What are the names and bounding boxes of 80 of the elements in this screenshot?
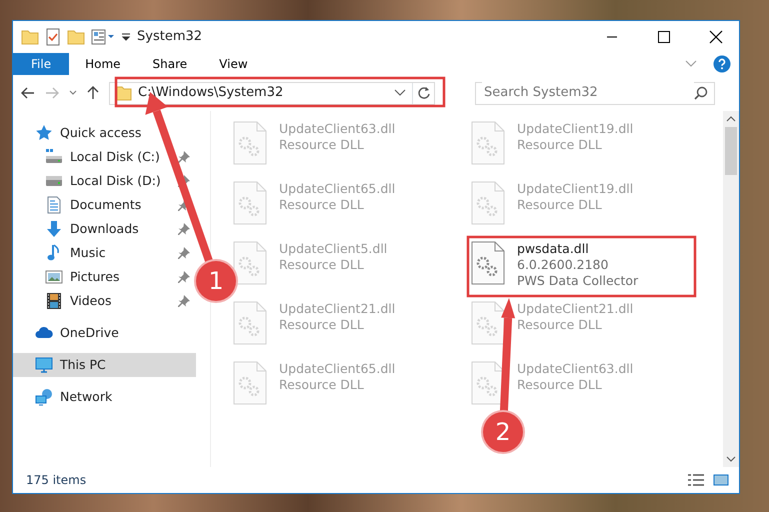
file-name: UpdateClient19.dll	[517, 121, 634, 137]
network-icon	[35, 388, 53, 406]
ribbon-tab[interactable]: Share	[136, 53, 204, 75]
folder-icon	[116, 85, 132, 101]
checklist-icon[interactable]	[45, 28, 61, 46]
file-detail: Resource DLL	[279, 377, 365, 393]
file-detail: Resource DLL	[279, 137, 365, 153]
scroll-thumb[interactable]	[725, 127, 737, 175]
file-name: UpdateClient65.dll	[279, 181, 396, 197]
file-name: UpdateClient63.dll	[517, 361, 634, 377]
nav-item[interactable]: Pictures	[13, 265, 196, 289]
drive-icon	[45, 148, 63, 166]
dropdown-icon[interactable]	[121, 32, 131, 42]
gear-file-icon	[233, 181, 267, 225]
item-count: 175 items	[26, 472, 86, 489]
file-detail: 6.0.2600.2180	[517, 257, 610, 273]
gear-file-icon	[233, 301, 267, 345]
ribbon-tab[interactable]: View	[203, 53, 264, 75]
large-icons-view-icon[interactable]	[713, 473, 729, 487]
properties-icon[interactable]	[91, 29, 115, 45]
address-path: C:\Windows\System32	[138, 85, 284, 101]
nav-item[interactable]: Music	[13, 241, 196, 265]
refresh-icon	[416, 86, 430, 100]
scroll-up-icon[interactable]	[726, 116, 736, 122]
search-field[interactable]: Search System32	[475, 82, 715, 104]
file-detail: Resource DLL	[279, 317, 365, 333]
gear-file-icon	[471, 361, 505, 405]
file-detail: Resource DLL	[517, 137, 603, 153]
file-detail: Resource DLL	[517, 317, 603, 333]
search-icon	[694, 86, 708, 100]
file-name: UpdateClient63.dll	[279, 121, 396, 137]
nav-item[interactable]: Quick access	[13, 121, 196, 145]
nav-item[interactable]: OneDrive	[13, 321, 196, 345]
gear-file-icon	[471, 181, 505, 225]
file-detail: Resource DLL	[517, 197, 603, 213]
up-arrow-icon[interactable]	[87, 86, 99, 100]
file-detail: Resource DLL	[279, 197, 365, 213]
file-name: pwsdata.dll	[517, 241, 590, 257]
download-arrow-icon	[45, 220, 63, 238]
file-detail: PWS Data Collector	[517, 273, 638, 289]
gear-file-icon	[471, 301, 505, 345]
file-item[interactable]: pwsdata.dll 6.0.2600.2180 PWS Data Collector	[471, 239, 709, 299]
file-menu-tab[interactable]: File	[13, 53, 70, 75]
step-marker: 2	[483, 412, 523, 452]
star-icon	[35, 124, 53, 142]
gear-file-icon	[471, 121, 505, 165]
details-view-icon[interactable]	[687, 473, 705, 487]
scroll-down-icon[interactable]	[726, 456, 736, 462]
monitor-icon	[35, 356, 53, 374]
nav-item[interactable]: Documents	[13, 193, 196, 217]
help-icon[interactable]	[713, 55, 731, 73]
file-name: UpdateClient65.dll	[279, 361, 396, 377]
gear-file-icon	[233, 241, 267, 285]
window-title: System32	[137, 28, 202, 46]
file-name: UpdateClient21.dll	[279, 301, 396, 317]
caret-icon[interactable]	[69, 90, 77, 96]
gear-file-icon	[233, 121, 267, 165]
close-icon[interactable]	[707, 29, 725, 45]
file-name: UpdateClient19.dll	[517, 181, 634, 197]
gear-file-icon	[471, 241, 505, 285]
picture-icon	[45, 268, 63, 286]
nav-item[interactable]: Downloads	[13, 217, 196, 241]
nav-item[interactable]: Videos	[13, 289, 196, 313]
back-arrow-icon[interactable]	[21, 87, 35, 99]
maximize-icon[interactable]	[655, 29, 673, 45]
file-name: UpdateClient21.dll	[517, 301, 634, 317]
gear-file-icon	[233, 361, 267, 405]
step-marker: 1	[196, 261, 236, 301]
nav-item[interactable]: Network	[13, 385, 196, 409]
chevron-down-icon[interactable]	[394, 89, 406, 97]
file-detail: Resource DLL	[279, 257, 365, 273]
address-bar[interactable]: C:\Windows\System32	[109, 82, 435, 104]
nav-item[interactable]: This PC	[13, 353, 196, 377]
film-strip-icon	[45, 292, 63, 310]
nav-item[interactable]: Local Disk (C:)	[13, 145, 196, 169]
file-name: UpdateClient5.dll	[279, 241, 388, 257]
ribbon-tab[interactable]: Home	[69, 53, 137, 75]
document-icon	[45, 196, 63, 214]
file-detail: Resource DLL	[517, 377, 603, 393]
scrollbar[interactable]	[723, 111, 739, 467]
